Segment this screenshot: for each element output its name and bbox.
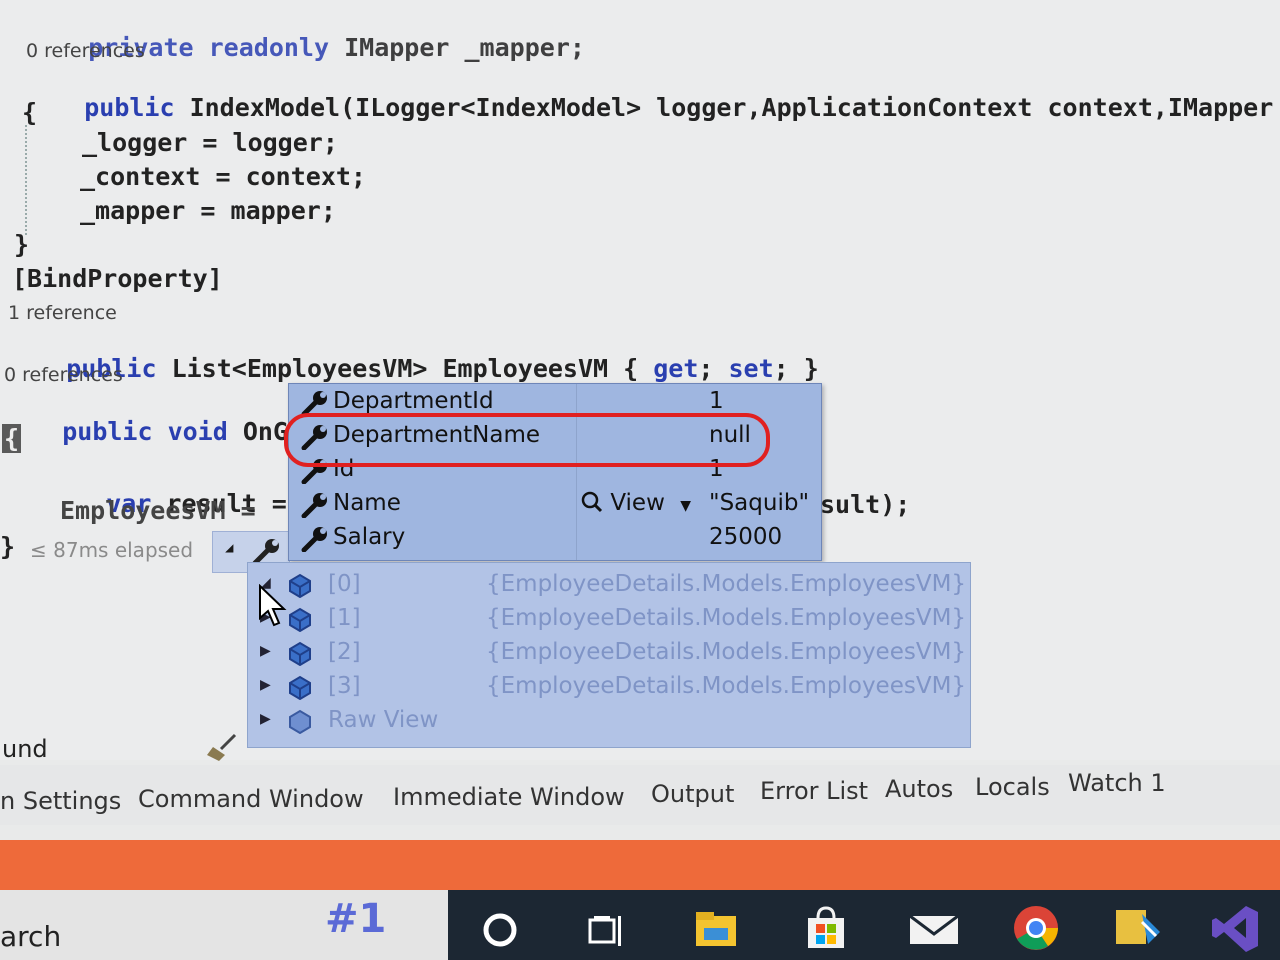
tab-locals[interactable]: Locals — [975, 773, 1050, 801]
object-icon — [289, 607, 311, 632]
item-type: {EmployeeDetails.Models.EmployeesVM} — [486, 673, 967, 699]
reference-count[interactable]: 0 references — [26, 40, 145, 62]
item-index: [0] — [328, 571, 361, 597]
cortana-icon[interactable] — [470, 900, 530, 956]
search-highlight-label: #1 — [325, 896, 387, 942]
datatip-row-salary[interactable]: Salary 25000 — [289, 522, 821, 556]
taskbar: arch #1 — [0, 890, 1280, 960]
tab-watch-1[interactable]: Watch 1 — [1068, 769, 1166, 797]
code-line: sult); — [820, 490, 911, 519]
wrench-icon — [301, 425, 327, 450]
property-name: Name — [333, 490, 401, 516]
tab-error-list[interactable]: Error List — [760, 777, 868, 805]
datatip-row-departmentid[interactable]: DepartmentId 1 — [289, 386, 821, 420]
search-text-fragment: arch — [0, 920, 62, 953]
file-explorer-icon[interactable] — [686, 900, 746, 956]
item-index: Raw View — [328, 707, 439, 733]
list-item[interactable]: ▶ [1] {EmployeeDetails.Models.EmployeesV… — [248, 603, 970, 637]
list-item[interactable]: ▶ [3] {EmployeeDetails.Models.EmployeesV… — [248, 671, 970, 705]
reference-count[interactable]: 1 reference — [8, 302, 117, 324]
status-bar — [0, 840, 1280, 890]
expand-arrow-icon[interactable]: ▶ — [260, 643, 271, 659]
tab-immediate-window[interactable]: Immediate Window — [393, 783, 625, 811]
tool-window-tabs: n Settings Command Window Immediate Wind… — [0, 765, 1280, 825]
code-line: } — [14, 230, 30, 259]
property-value[interactable]: 25000 — [709, 524, 782, 550]
view-label: View — [610, 490, 665, 516]
broom-icon[interactable] — [205, 733, 239, 763]
item-type: {EmployeeDetails.Models.EmployeesVM} — [486, 571, 967, 597]
expand-arrow-icon[interactable]: ▶ — [260, 677, 271, 693]
status-text-fragment: und — [2, 735, 48, 763]
magnifier-icon — [581, 491, 603, 513]
store-icon[interactable] — [796, 900, 856, 956]
property-name: Id — [333, 456, 355, 482]
item-index: [3] — [328, 673, 361, 699]
visual-studio-icon[interactable] — [1206, 900, 1266, 956]
datatip-row-name[interactable]: Name View ▼ "Saquib" — [289, 488, 821, 522]
task-view-icon[interactable] — [576, 900, 636, 956]
expand-arrow-icon[interactable]: ▶ — [260, 711, 271, 727]
property-name: Salary — [333, 524, 406, 550]
object-icon — [289, 573, 311, 598]
item-type: {EmployeeDetails.Models.EmployeesVM} — [486, 605, 967, 631]
item-index: [1] — [328, 605, 361, 631]
elapsed-time: ≤ 87ms elapsed — [30, 538, 194, 562]
view-visualizer-button[interactable]: View ▼ — [581, 490, 691, 516]
wrench-icon — [301, 391, 327, 416]
object-icon — [289, 675, 311, 700]
tab-command-window[interactable]: Command Window — [138, 785, 364, 813]
datatip-properties[interactable]: DepartmentId 1 DepartmentName null Id 1 … — [288, 383, 822, 561]
property-value[interactable]: "Saquib" — [709, 490, 809, 516]
taskbar-search[interactable]: arch #1 — [0, 890, 448, 960]
code-line: _context = context; — [80, 162, 366, 191]
code-line: [BindProperty] — [12, 264, 223, 293]
tab-autos[interactable]: Autos — [885, 775, 953, 803]
wrench-icon — [301, 493, 327, 518]
code-line: { — [22, 98, 38, 127]
property-value[interactable]: null — [709, 422, 751, 448]
raw-view-icon — [289, 709, 311, 734]
reference-count[interactable]: 0 references — [4, 364, 123, 386]
datatip-row-departmentname[interactable]: DepartmentName null — [289, 420, 821, 454]
datatip-row-id[interactable]: Id 1 — [289, 454, 821, 488]
collapse-icon[interactable]: ◢ — [225, 540, 233, 556]
code-line: { — [2, 424, 22, 453]
item-type: {EmployeeDetails.Models.EmployeesVM} — [486, 639, 967, 665]
property-value[interactable]: 1 — [709, 388, 724, 414]
property-name: DepartmentName — [333, 422, 541, 448]
dropdown-arrow-icon[interactable]: ▼ — [680, 498, 691, 514]
item-index: [2] — [328, 639, 361, 665]
mouse-cursor-icon — [259, 584, 287, 627]
property-value[interactable]: 1 — [709, 456, 724, 482]
tab-settings[interactable]: n Settings — [0, 787, 121, 815]
list-item[interactable]: ◢ [0] {EmployeeDetails.Models.EmployeesV… — [248, 569, 970, 603]
wrench-icon — [301, 527, 327, 552]
chrome-icon[interactable] — [1006, 900, 1066, 956]
code-line: _mapper = mapper; — [80, 196, 336, 225]
app-icon[interactable] — [1108, 900, 1168, 956]
property-name: DepartmentId — [333, 388, 494, 414]
list-item-raw-view[interactable]: ▶ Raw View — [248, 705, 970, 739]
code-line: _logger = logger; — [82, 128, 338, 157]
code-line: } — [0, 532, 16, 561]
mail-icon[interactable] — [904, 900, 964, 956]
list-item[interactable]: ▶ [2] {EmployeeDetails.Models.EmployeesV… — [248, 637, 970, 671]
object-icon — [289, 641, 311, 666]
code-line: EmployeesVM = — [60, 496, 256, 525]
datatip-collection[interactable]: ◢ [0] {EmployeeDetails.Models.EmployeesV… — [247, 562, 971, 748]
wrench-icon — [301, 459, 327, 484]
tab-output[interactable]: Output — [651, 780, 734, 808]
